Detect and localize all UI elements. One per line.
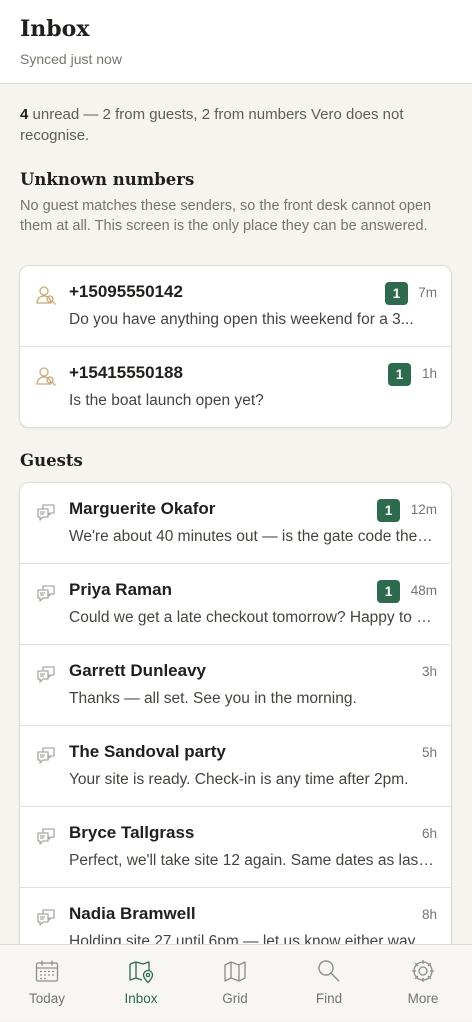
guest-name: Priya Raman: [69, 580, 172, 599]
guest-name: Marguerite Okafor: [69, 499, 216, 518]
message-time: 8h: [421, 907, 437, 922]
tab-inbox[interactable]: Inbox: [94, 945, 188, 1022]
message-preview: Is the boat launch open yet?: [69, 392, 264, 409]
search-icon: [318, 960, 340, 982]
unread-badge: 1: [377, 499, 400, 522]
message-time: 5h: [421, 745, 437, 760]
unknown-person-icon: [36, 286, 56, 305]
conversation-row[interactable]: Priya Raman 1 48m Could we get a late ch…: [20, 564, 451, 645]
tab-today[interactable]: Today: [0, 945, 94, 1022]
app-header: Inbox Synced just now: [0, 0, 472, 84]
sender-number: +15095550142: [69, 282, 183, 301]
guest-name: The Sandoval party: [69, 742, 226, 761]
conversation-row[interactable]: Garrett Dunleavy 3h Thanks — all set. Se…: [20, 645, 451, 726]
guest-name: Bryce Tallgrass: [69, 823, 195, 842]
message-time: 3h: [421, 664, 437, 679]
tab-label: Today: [28, 991, 66, 1006]
message-preview: Perfect, we'll take site 12 again. Same …: [69, 852, 435, 869]
chat-bubbles-icon: [37, 747, 55, 764]
page-title: Inbox: [20, 16, 90, 42]
message-preview: We're about 40 minutes out — is the gate…: [69, 528, 435, 545]
chat-bubbles-icon: [37, 666, 55, 683]
guest-name: Garrett Dunleavy: [69, 661, 206, 680]
conversation-row[interactable]: Nadia Bramwell 8h Holding site 27 until …: [20, 888, 451, 944]
tab-label: Inbox: [124, 991, 158, 1006]
tab-label: Find: [315, 991, 343, 1006]
chat-bubbles-icon: [37, 585, 55, 602]
unknown-numbers-list: +15095550142 1 7m Do you have anything o…: [19, 265, 452, 428]
unread-summary: 4 unread — 2 from guests, 2 from numbers…: [20, 104, 440, 146]
message-preview: Could we get a late checkout tomorrow? H…: [69, 609, 435, 626]
unread-summary-text: unread — 2 from guests, 2 from numbers V…: [20, 106, 404, 144]
inbox-scroll-area[interactable]: 4 unread — 2 from guests, 2 from numbers…: [0, 85, 472, 944]
guests-heading: Guests: [20, 451, 83, 470]
bottom-tab-bar: Today Inbox Grid Find More: [0, 944, 472, 1021]
unread-badge: 1: [388, 363, 411, 386]
chat-bubbles-icon: [37, 828, 55, 845]
conversation-row[interactable]: +15415550188 1 1h Is the boat launch ope…: [20, 347, 451, 427]
tab-label: Grid: [222, 991, 248, 1006]
chat-bubbles-icon: [37, 909, 55, 926]
message-preview: Your site is ready. Check-in is any time…: [69, 771, 409, 788]
unread-badge: 1: [377, 580, 400, 603]
tab-label: More: [407, 991, 439, 1006]
message-preview: Do you have anything open this weekend f…: [69, 311, 414, 328]
conversation-row[interactable]: Bryce Tallgrass 6h Perfect, we'll take s…: [20, 807, 451, 888]
unknown-numbers-heading: Unknown numbers: [20, 170, 195, 189]
map-icon: [224, 961, 246, 982]
guests-list: Marguerite Okafor 1 12m We're about 40 m…: [19, 482, 452, 944]
message-time: 48m: [410, 583, 437, 598]
message-preview: Holding site 27 until 6pm — let us know …: [69, 933, 419, 944]
chat-bubbles-icon: [37, 504, 55, 521]
message-preview: Thanks — all set. See you in the morning…: [69, 690, 357, 707]
unknown-numbers-description: No guest matches these senders, so the f…: [20, 198, 432, 234]
guest-name: Nadia Bramwell: [69, 904, 196, 923]
tab-more[interactable]: More: [376, 945, 470, 1022]
message-time: 7m: [418, 285, 437, 300]
sender-number: +15415550188: [69, 363, 183, 382]
message-time: 1h: [421, 366, 437, 381]
tab-find[interactable]: Find: [282, 945, 376, 1022]
unread-badge: 1: [385, 282, 408, 305]
message-time: 12m: [410, 502, 437, 517]
conversation-row[interactable]: Marguerite Okafor 1 12m We're about 40 m…: [20, 483, 451, 564]
map-pin-icon: [129, 961, 154, 984]
conversation-row[interactable]: The Sandoval party 5h Your site is ready…: [20, 726, 451, 807]
message-time: 6h: [421, 826, 437, 841]
sync-status: Synced just now: [20, 51, 122, 67]
calendar-icon: [35, 960, 59, 982]
conversation-row[interactable]: +15095550142 1 7m Do you have anything o…: [20, 266, 451, 347]
gear-icon: [412, 960, 434, 982]
unknown-person-icon: [36, 367, 56, 386]
tab-grid[interactable]: Grid: [188, 945, 282, 1022]
